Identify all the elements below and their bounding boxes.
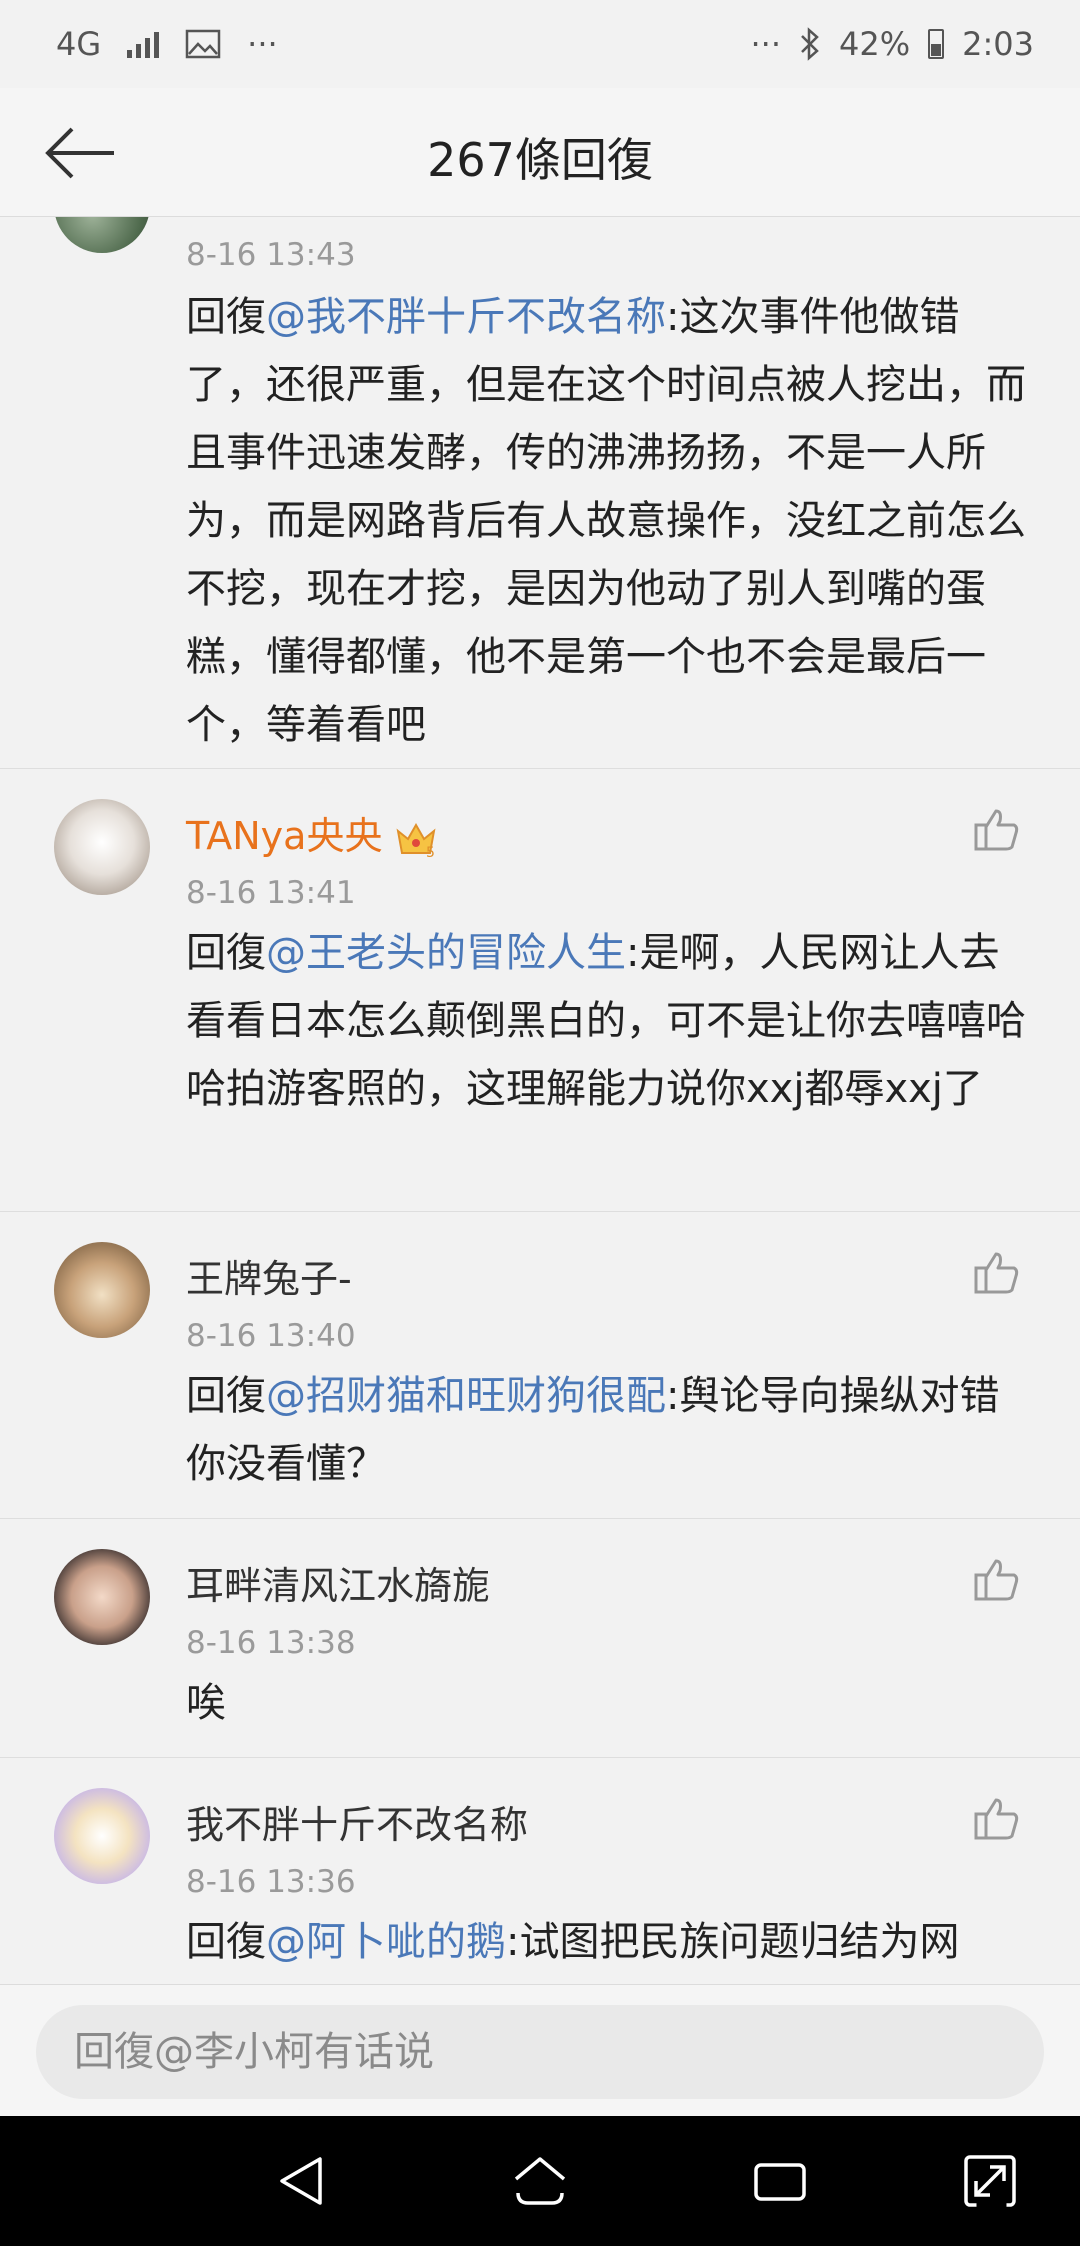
- nav-back-icon[interactable]: [272, 2151, 332, 2211]
- avatar[interactable]: [54, 1788, 150, 1884]
- bluetooth-icon: [801, 27, 819, 61]
- nav-expand-icon[interactable]: [960, 2151, 1020, 2211]
- comment-time: 8-16 13:36: [186, 1864, 356, 1900]
- comment-text: 回復@阿卜呲的鹅:试图把民族问题归结为网: [186, 1919, 960, 1965]
- avatar[interactable]: [54, 1242, 150, 1338]
- nav-recents-icon[interactable]: [750, 2151, 810, 2211]
- signal-icon: [127, 30, 160, 58]
- thumbs-up-icon[interactable]: [972, 1248, 1022, 1298]
- mention-link[interactable]: @阿卜呲的鹅: [266, 1919, 506, 1965]
- avatar[interactable]: [54, 1549, 150, 1645]
- page-title: 267條回復: [427, 133, 653, 187]
- header: 267條回復: [0, 88, 1080, 217]
- mention-link[interactable]: @招财猫和旺财狗很配: [266, 1373, 666, 1419]
- comment-item[interactable]: 耳畔清风江水旖旎 8-16 13:38 唉: [0, 1519, 1080, 1758]
- svg-text:5: 5: [426, 845, 435, 859]
- comment-username[interactable]: 我不胖十斤不改名称: [186, 1794, 528, 1849]
- comment-username[interactable]: TANya央央 5: [186, 805, 438, 860]
- comment-text: 回復@招财猫和旺财狗很配:舆论导向操纵对错你没看懂？: [186, 1373, 1000, 1487]
- comment-list[interactable]: 8-16 13:43 回復@我不胖十斤不改名称:这次事件他做错了，还很严重，但是…: [0, 217, 1080, 1983]
- thumbs-up-icon[interactable]: [972, 1794, 1022, 1844]
- more-status: ···: [750, 25, 782, 63]
- nav-home-icon[interactable]: [510, 2151, 570, 2211]
- battery-percent: 42%: [839, 25, 911, 63]
- system-nav-bar: [0, 2116, 1080, 2246]
- network-label: 4G: [56, 25, 102, 63]
- comment-item[interactable]: 我不胖十斤不改名称 8-16 13:36 回復@阿卜呲的鹅:试图把民族问题归结为…: [0, 1758, 1080, 1983]
- thumbs-up-icon[interactable]: [972, 1555, 1022, 1605]
- comment-time: 8-16 13:43: [186, 237, 356, 273]
- comment-username[interactable]: 王牌兔子-: [186, 1248, 352, 1303]
- more-notifications: ···: [247, 25, 278, 63]
- comment-item[interactable]: TANya央央 5 8-16 13:41 回復@王老头的冒险人生:是啊，人民网让…: [0, 769, 1080, 1212]
- clock: 2:03: [962, 25, 1034, 63]
- status-bar: 4G ··· ··· 42% 2:03: [0, 0, 1080, 88]
- comment-text: 回復@王老头的冒险人生:是啊，人民网让人去看看日本怎么颠倒黑白的，可不是让你去嘻…: [186, 930, 1026, 1112]
- comment-text: 唉: [186, 1680, 226, 1726]
- avatar[interactable]: [54, 217, 150, 253]
- comment-text: 回復@我不胖十斤不改名称:这次事件他做错了，还很严重，但是在这个时间点被人挖出，…: [186, 294, 1026, 748]
- image-icon: [185, 29, 221, 59]
- mention-link[interactable]: @我不胖十斤不改名称: [266, 294, 666, 340]
- comment-username[interactable]: 耳畔清风江水旖旎: [186, 1555, 490, 1610]
- crown-badge-icon: 5: [397, 822, 436, 859]
- battery-icon: [928, 29, 945, 59]
- comment-time: 8-16 13:38: [186, 1625, 356, 1661]
- comment-time: 8-16 13:41: [186, 875, 356, 911]
- thumbs-up-icon[interactable]: [972, 805, 1022, 855]
- avatar[interactable]: [54, 799, 150, 895]
- comment-item[interactable]: 王牌兔子- 8-16 13:40 回復@招财猫和旺财狗很配:舆论导向操纵对错你没…: [0, 1212, 1080, 1519]
- comment-time: 8-16 13:40: [186, 1318, 356, 1354]
- mention-link[interactable]: @王老头的冒险人生: [266, 930, 626, 976]
- comment-item[interactable]: 8-16 13:43 回復@我不胖十斤不改名称:这次事件他做错了，还很严重，但是…: [0, 217, 1080, 769]
- reply-bar: 回復@李小柯有话说: [0, 1984, 1080, 2117]
- reply-input[interactable]: 回復@李小柯有话说: [36, 2005, 1044, 2099]
